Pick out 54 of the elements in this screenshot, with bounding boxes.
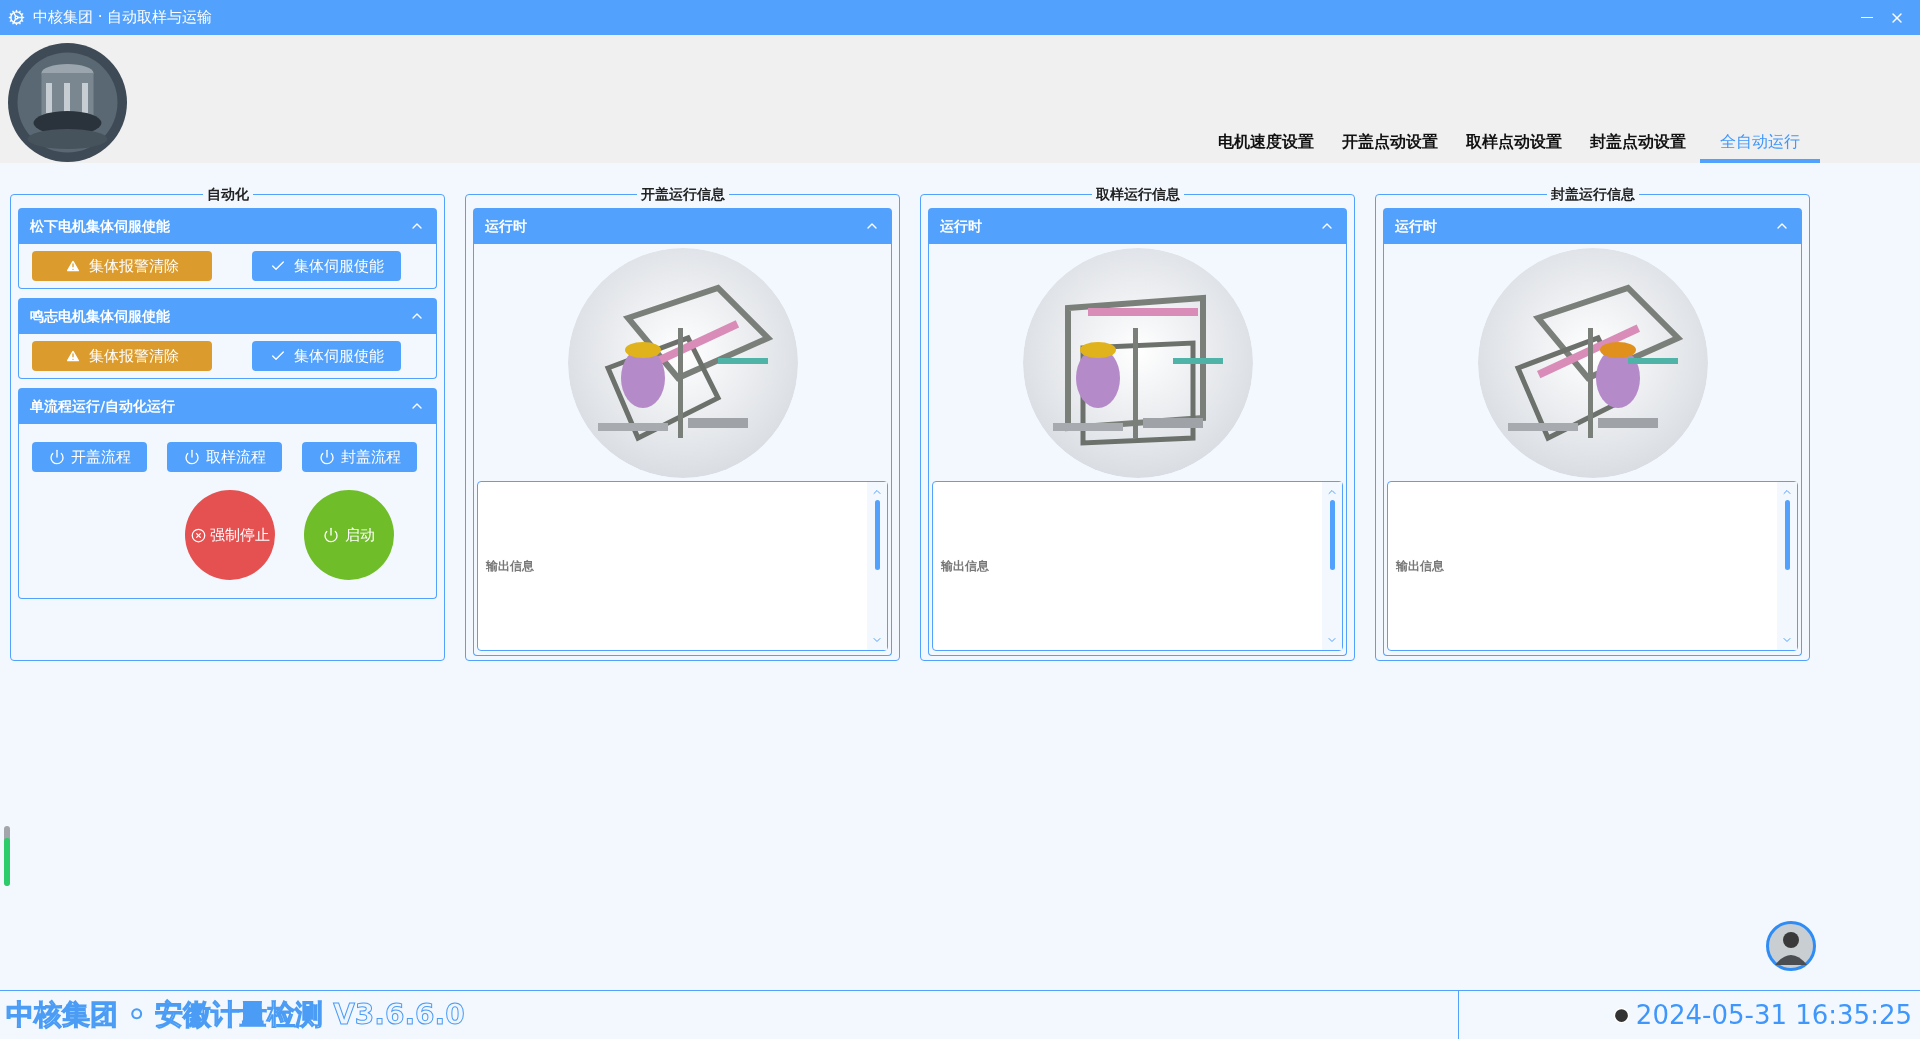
force-stop-button[interactable]: 强制停止 xyxy=(185,490,275,580)
scroll-thumb[interactable] xyxy=(1329,500,1335,570)
datetime-text: 2024-05-31 16:35:25 xyxy=(1635,998,1912,1032)
panel-legend: 封盖运行信息 xyxy=(1546,186,1639,202)
section-header[interactable]: 鸣志电机集体伺服使能 xyxy=(18,298,437,334)
servo-enable-button[interactable]: 集体伺服使能 xyxy=(252,341,401,371)
panel-legend: 自动化 xyxy=(202,186,253,202)
power-icon xyxy=(183,449,200,465)
output-box[interactable]: 输出信息 xyxy=(932,481,1343,651)
servo-enable-button[interactable]: 集体伺服使能 xyxy=(252,251,401,281)
tab[interactable]: 电机速度设置 xyxy=(1204,125,1328,163)
tab[interactable]: 取样点动设置 xyxy=(1452,125,1576,163)
start-button[interactable]: 启动 xyxy=(304,490,394,580)
section-title: 运行时 xyxy=(1395,216,1437,236)
output-text: 输出信息 xyxy=(1396,558,1444,575)
section-header[interactable]: 运行时 xyxy=(1383,208,1802,244)
power-icon xyxy=(318,449,335,465)
warning-icon xyxy=(65,348,81,364)
section-header[interactable]: 单流程运行/自动化运行 xyxy=(18,388,437,424)
tab[interactable]: 封盖点动设置 xyxy=(1576,125,1700,163)
window-title: 中核集团 · 自动取样与运输 xyxy=(33,7,213,29)
scrollbar[interactable] xyxy=(1777,482,1797,650)
section-title: 鸣志电机集体伺服使能 xyxy=(30,306,170,326)
output-box[interactable]: 输出信息 xyxy=(477,481,888,651)
process-button[interactable]: 封盖流程 xyxy=(302,442,417,472)
section-header[interactable]: 运行时 xyxy=(928,208,1347,244)
section-title: 运行时 xyxy=(485,216,527,236)
scrollbar[interactable] xyxy=(1322,482,1342,650)
warning-icon xyxy=(65,258,81,274)
output-box[interactable]: 输出信息 xyxy=(1387,481,1798,651)
alarm-clear-button[interactable]: 集体报警清除 xyxy=(32,251,212,281)
section-title: 运行时 xyxy=(940,216,982,236)
panel-legend: 取样运行信息 xyxy=(1091,186,1184,202)
stop-icon xyxy=(190,527,206,543)
section-header[interactable]: 松下电机集体伺服使能 xyxy=(18,208,437,244)
power-icon xyxy=(323,527,339,543)
minimize-icon xyxy=(1861,16,1873,19)
process-button[interactable]: 取样流程 xyxy=(167,442,282,472)
power-icon xyxy=(48,449,65,465)
section-title: 单流程运行/自动化运行 xyxy=(30,396,176,416)
output-text: 输出信息 xyxy=(486,558,534,575)
scroll-thumb[interactable] xyxy=(874,500,880,570)
scroll-thumb[interactable] xyxy=(1784,500,1790,570)
alarm-clear-button[interactable]: 集体报警清除 xyxy=(32,341,212,371)
tab[interactable]: 全自动运行 xyxy=(1700,125,1820,163)
section-header[interactable]: 运行时 xyxy=(473,208,892,244)
panel-legend: 开盖运行信息 xyxy=(636,186,729,202)
scrollbar[interactable] xyxy=(867,482,887,650)
avatar[interactable] xyxy=(1766,921,1816,971)
brand-text: 中核集团 ◦ 安徽计量检测 V3.6.6.0 xyxy=(6,997,465,1033)
tab[interactable]: 开盖点动设置 xyxy=(1328,125,1452,163)
section-title: 松下电机集体伺服使能 xyxy=(30,216,170,236)
process-button[interactable]: 开盖流程 xyxy=(32,442,147,472)
output-text: 输出信息 xyxy=(941,558,989,575)
